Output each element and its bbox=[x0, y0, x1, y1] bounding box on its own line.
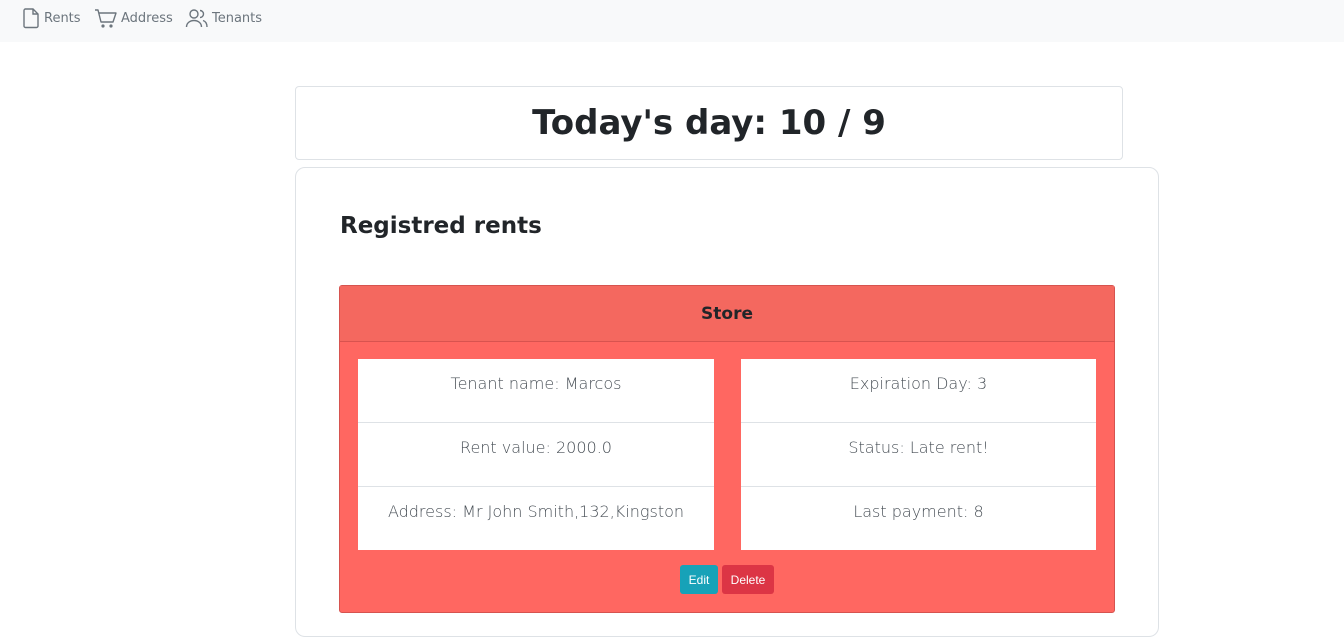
rent-value-item: Rent value: 2000.0 bbox=[358, 423, 714, 487]
nav-item-address[interactable]: Address bbox=[94, 6, 173, 30]
edit-button[interactable]: Edit bbox=[680, 565, 718, 594]
delete-button[interactable]: Delete bbox=[722, 565, 774, 594]
people-icon bbox=[185, 9, 208, 28]
nav-item-label: Address bbox=[121, 10, 173, 26]
registered-rents-heading: Registred rents bbox=[340, 213, 542, 239]
today-day-panel: Today's day: 10 / 9 bbox=[295, 86, 1123, 160]
rent-card: Store Tenant name: Marcos Rent value: 20… bbox=[339, 285, 1115, 613]
nav-item-label: Rents bbox=[44, 10, 81, 26]
file-icon bbox=[23, 8, 39, 29]
today-day-title: Today's day: 10 / 9 bbox=[532, 103, 886, 143]
rent-card-title: Store bbox=[340, 286, 1114, 342]
status-item: Status: Late rent! bbox=[741, 423, 1096, 487]
address-item: Address: Mr John Smith,132,Kingston bbox=[387, 502, 685, 521]
nav-item-label: Tenants bbox=[212, 10, 263, 26]
rent-info-right-list: Expiration Day: 3 Status: Late rent! Las… bbox=[741, 359, 1096, 550]
rent-info-left-list: Tenant name: Marcos Rent value: 2000.0 A… bbox=[358, 359, 714, 550]
nav-item-tenants[interactable]: Tenants bbox=[185, 6, 262, 30]
last-payment-item: Last payment: 8 bbox=[853, 502, 984, 521]
expiration-day-item: Expiration Day: 3 bbox=[741, 359, 1096, 423]
tenant-name-item: Tenant name: Marcos bbox=[358, 359, 714, 423]
cart-icon bbox=[95, 9, 117, 28]
nav-item-rents[interactable]: Rents bbox=[21, 6, 81, 30]
top-navbar: Rents Address Tenants bbox=[0, 0, 1344, 42]
